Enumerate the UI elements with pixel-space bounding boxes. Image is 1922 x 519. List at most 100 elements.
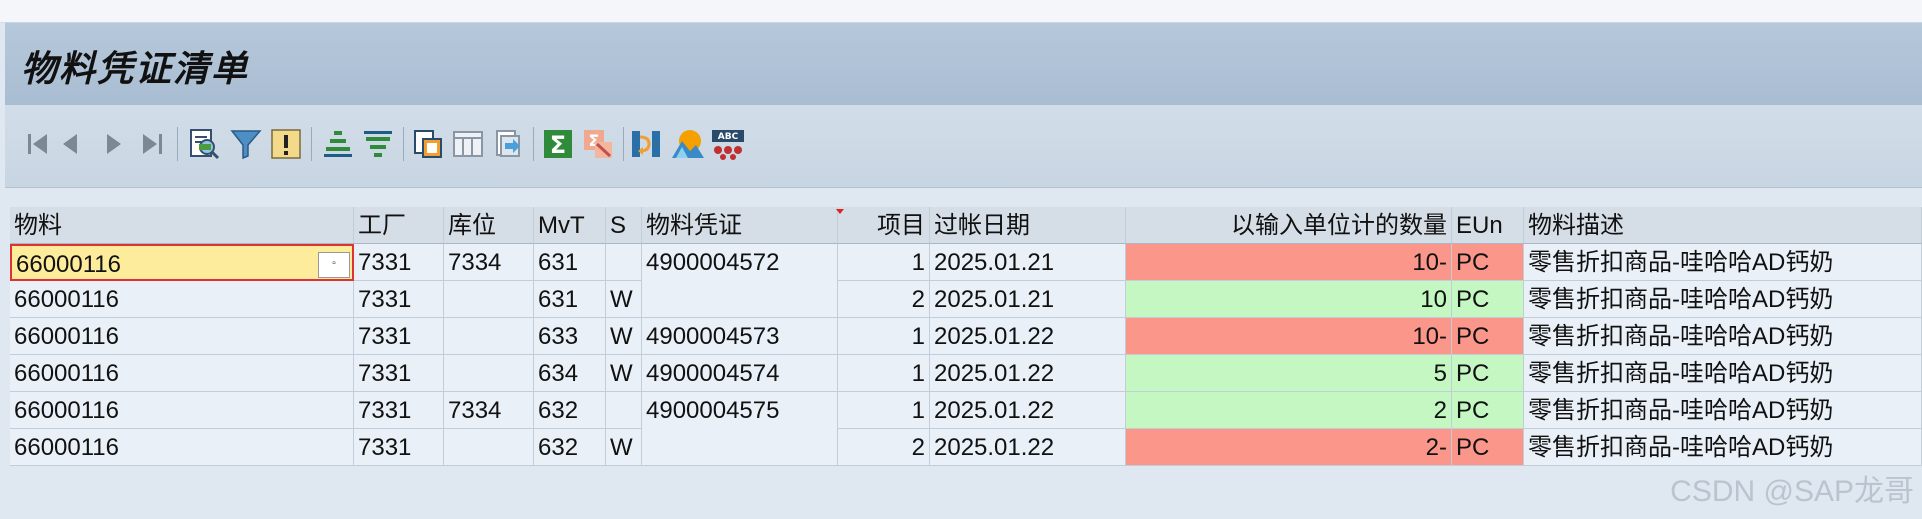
f4-help-icon[interactable]: ▫ bbox=[318, 252, 350, 278]
cell-item[interactable]: 2 bbox=[838, 281, 930, 318]
cell-desc[interactable]: 零售折扣商品-哇哈哈AD钙奶 bbox=[1524, 318, 1922, 355]
cell-eun[interactable]: PC bbox=[1452, 281, 1524, 318]
exception-icon[interactable] bbox=[265, 123, 307, 165]
table-row: 66000116 ▫ 7331 7334 631 1 2025.01.21 10-… bbox=[10, 244, 1922, 281]
abc-analysis-icon[interactable]: ABC bbox=[707, 123, 749, 165]
last-page-icon[interactable] bbox=[131, 123, 173, 165]
col-header-qty[interactable]: 以输入单位计的数量 bbox=[1126, 207, 1452, 244]
cell-date[interactable]: 2025.01.22 bbox=[930, 318, 1126, 355]
details-icon[interactable] bbox=[183, 123, 225, 165]
table-row: 66000116 7331 631 W 2 2025.01.21 10 PC 零… bbox=[10, 281, 1922, 318]
sort-ascending-icon[interactable] bbox=[317, 123, 359, 165]
cell-s[interactable]: W bbox=[606, 281, 642, 318]
cell-eun[interactable]: PC bbox=[1452, 318, 1524, 355]
col-header-doc[interactable]: 物料凭证 bbox=[642, 207, 838, 244]
col-header-mvt[interactable]: MvT bbox=[534, 207, 606, 244]
cell-item[interactable]: 1 bbox=[838, 244, 930, 281]
cell-sloc[interactable] bbox=[444, 429, 534, 466]
select-layout-icon[interactable] bbox=[407, 123, 449, 165]
cell-s[interactable] bbox=[606, 392, 642, 429]
table-row: 66000116 7331 634 W 4900004574 1 2025.01… bbox=[10, 355, 1922, 392]
cell-doc[interactable]: 4900004573 bbox=[642, 318, 838, 355]
cell-date[interactable]: 2025.01.22 bbox=[930, 392, 1126, 429]
cell-mvt[interactable]: 632 bbox=[534, 429, 606, 466]
sort-indicator-icon bbox=[836, 209, 844, 214]
watermark: CSDN @SAP龙哥 bbox=[1670, 475, 1914, 508]
col-header-desc[interactable]: 物料描述 bbox=[1524, 207, 1922, 244]
cell-sloc[interactable] bbox=[444, 281, 534, 318]
col-header-eun[interactable]: EUn bbox=[1452, 207, 1524, 244]
cell-item[interactable]: 1 bbox=[838, 318, 930, 355]
cell-qty[interactable]: 10- bbox=[1126, 244, 1452, 281]
col-header-date[interactable]: 过帐日期 bbox=[930, 207, 1126, 244]
cell-s[interactable]: W bbox=[606, 429, 642, 466]
cell-material[interactable]: 66000116 bbox=[10, 429, 354, 466]
cell-desc[interactable]: 零售折扣商品-哇哈哈AD钙奶 bbox=[1524, 392, 1922, 429]
cell-eun[interactable]: PC bbox=[1452, 392, 1524, 429]
cell-sloc[interactable] bbox=[444, 318, 534, 355]
cell-material[interactable]: 66000116 bbox=[10, 281, 354, 318]
cell-plant[interactable]: 7331 bbox=[354, 429, 444, 466]
cell-mvt[interactable]: 633 bbox=[534, 318, 606, 355]
col-header-sloc[interactable]: 库位 bbox=[444, 207, 534, 244]
cell-qty[interactable]: 5 bbox=[1126, 355, 1452, 392]
cell-date[interactable]: 2025.01.22 bbox=[930, 429, 1126, 466]
prev-page-icon[interactable] bbox=[49, 123, 91, 165]
cell-desc[interactable]: 零售折扣商品-哇哈哈AD钙奶 bbox=[1524, 281, 1922, 318]
cell-mvt[interactable]: 631 bbox=[534, 281, 606, 318]
cell-sloc[interactable] bbox=[444, 355, 534, 392]
title-bar: 物料凭证清单 bbox=[5, 22, 1922, 105]
cell-doc[interactable]: 4900004574 bbox=[642, 355, 838, 392]
cell-date[interactable]: 2025.01.21 bbox=[930, 281, 1126, 318]
table-header: 物料 工厂 库位 MvT S 物料凭证 项目 过帐日期 以输入单位计的数量 EU… bbox=[10, 207, 1922, 244]
cell-item[interactable]: 2 bbox=[838, 429, 930, 466]
cell-material[interactable]: 66000116 bbox=[10, 355, 354, 392]
cell-s[interactable]: W bbox=[606, 318, 642, 355]
next-page-icon[interactable] bbox=[93, 123, 135, 165]
cell-material[interactable]: 66000116 bbox=[10, 318, 354, 355]
cell-plant[interactable]: 7331 bbox=[354, 318, 444, 355]
cell-plant[interactable]: 7331 bbox=[354, 355, 444, 392]
cell-qty[interactable]: 10 bbox=[1126, 281, 1452, 318]
table-row: 66000116 7331 7334 632 1 2025.01.22 2 PC… bbox=[10, 392, 1922, 429]
col-header-item[interactable]: 项目 bbox=[838, 207, 930, 244]
svg-text:Σ: Σ bbox=[550, 131, 566, 159]
cell-qty[interactable]: 10- bbox=[1126, 318, 1452, 355]
cell-sloc[interactable]: 7334 bbox=[444, 244, 534, 281]
cell-qty[interactable]: 2 bbox=[1126, 392, 1452, 429]
cell-desc[interactable]: 零售折扣商品-哇哈哈AD钙奶 bbox=[1524, 429, 1922, 466]
cell-date[interactable]: 2025.01.21 bbox=[930, 244, 1126, 281]
cell-plant[interactable]: 7331 bbox=[354, 392, 444, 429]
graphic-icon[interactable] bbox=[667, 123, 709, 165]
export-icon[interactable] bbox=[487, 123, 529, 165]
cell-desc[interactable]: 零售折扣商品-哇哈哈AD钙奶 bbox=[1524, 355, 1922, 392]
cell-material[interactable]: 66000116 ▫ bbox=[10, 244, 354, 281]
cell-plant[interactable]: 7331 bbox=[354, 244, 444, 281]
cell-eun[interactable]: PC bbox=[1452, 355, 1524, 392]
cell-item[interactable]: 1 bbox=[838, 392, 930, 429]
cell-plant[interactable]: 7331 bbox=[354, 281, 444, 318]
cell-material[interactable]: 66000116 bbox=[10, 392, 354, 429]
cell-mvt[interactable]: 632 bbox=[534, 392, 606, 429]
table-row: 66000116 7331 633 W 4900004573 1 2025.01… bbox=[10, 318, 1922, 355]
sort-descending-icon[interactable] bbox=[357, 123, 399, 165]
cell-qty[interactable]: 2- bbox=[1126, 429, 1452, 466]
print-preview-icon[interactable] bbox=[625, 123, 667, 165]
subtotal-icon[interactable]: Σ bbox=[577, 123, 619, 165]
cell-desc[interactable]: 零售折扣商品-哇哈哈AD钙奶 bbox=[1524, 244, 1922, 281]
cell-eun[interactable]: PC bbox=[1452, 244, 1524, 281]
col-header-plant[interactable]: 工厂 bbox=[354, 207, 444, 244]
cell-mvt[interactable]: 631 bbox=[534, 244, 606, 281]
cell-date[interactable]: 2025.01.22 bbox=[930, 355, 1126, 392]
col-header-s[interactable]: S bbox=[606, 207, 642, 244]
col-header-material[interactable]: 物料 bbox=[10, 207, 354, 244]
cell-mvt[interactable]: 634 bbox=[534, 355, 606, 392]
cell-s[interactable] bbox=[606, 244, 642, 281]
sum-icon[interactable]: Σ bbox=[537, 123, 579, 165]
cell-sloc[interactable]: 7334 bbox=[444, 392, 534, 429]
cell-s[interactable]: W bbox=[606, 355, 642, 392]
cell-item[interactable]: 1 bbox=[838, 355, 930, 392]
change-layout-icon[interactable] bbox=[447, 123, 489, 165]
filter-icon[interactable] bbox=[225, 123, 267, 165]
cell-eun[interactable]: PC bbox=[1452, 429, 1524, 466]
